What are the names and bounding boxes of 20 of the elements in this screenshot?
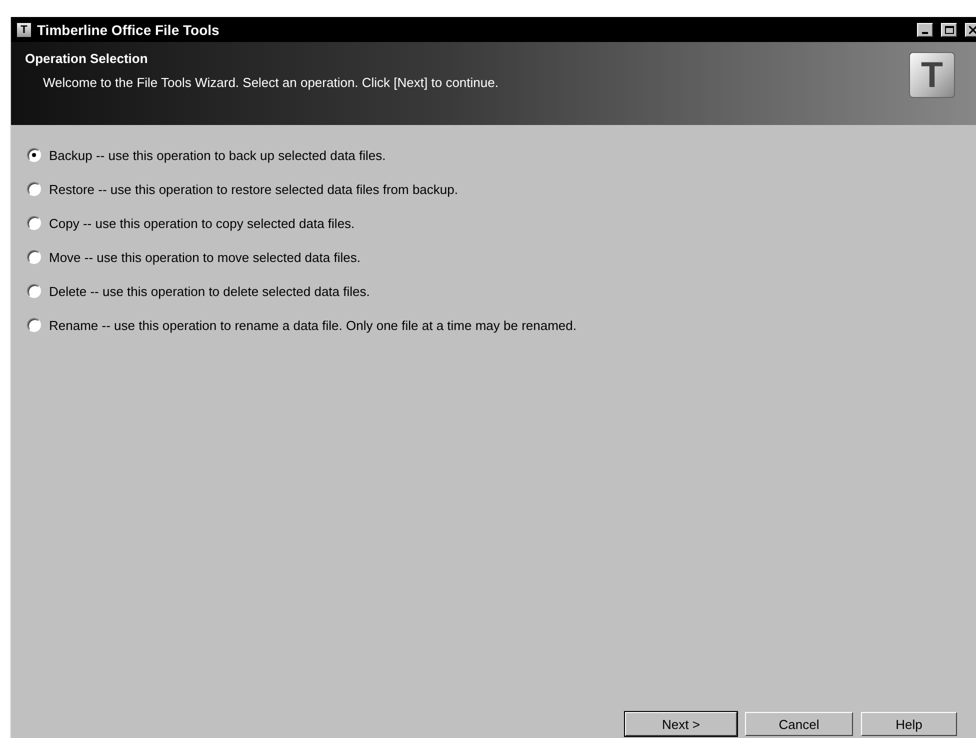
option-label: Copy -- use this operation to copy selected data files. — [49, 216, 355, 230]
option-label: Rename -- use this operation to rename a data file. Only one file at a time may be renamed. — [49, 318, 576, 332]
header-title: Operation Selection — [25, 51, 149, 66]
operation-option[interactable]: Rename -- use this operation to rename a data file. Only one file at a time may be renamed. — [27, 315, 976, 335]
wizard-button[interactable]: Help — [861, 712, 957, 736]
operation-option[interactable]: Copy -- use this operation to copy selected data files. — [27, 213, 976, 233]
header-subtitle: Welcome to the File Tools Wizard. Select an operation. Click [Next] to continue. — [42, 75, 500, 90]
option-label: Restore -- use this operation to restore selected data files from backup. — [49, 182, 458, 196]
option-label: Move -- use this operation to move selected data files. — [49, 250, 360, 264]
operation-option[interactable]: Move -- use this operation to move selected data files. — [27, 247, 976, 267]
option-label: Delete -- use this operation to delete selected data files. — [49, 284, 370, 298]
operation-option[interactable]: Backup -- use this operation to back up selected data files. — [27, 145, 976, 165]
operation-option[interactable]: Delete -- use this operation to delete selected data files. — [27, 281, 976, 301]
logo: T — [909, 52, 955, 98]
wizard-button[interactable]: Next > — [625, 712, 737, 736]
option-label: Backup -- use this operation to back up selected data files. — [49, 148, 386, 162]
window-title: Timberline Office File Tools — [37, 22, 220, 38]
app-icon: T — [17, 22, 31, 36]
wizard-button[interactable]: Cancel — [745, 712, 853, 736]
operation-option[interactable]: Restore -- use this operation to restore selected data files from backup. — [27, 179, 976, 199]
